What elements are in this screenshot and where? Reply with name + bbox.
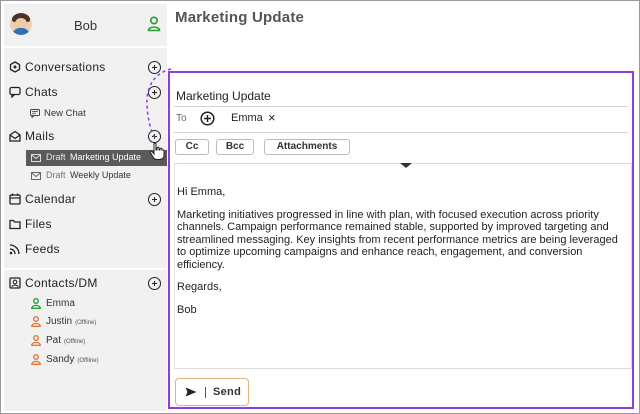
divider [174, 132, 628, 133]
rss-icon [9, 244, 20, 255]
nav-chats-label: Chats [25, 85, 58, 99]
hand-cursor-icon [149, 142, 165, 160]
nav-files[interactable]: Files [4, 214, 167, 236]
nav-conversations-label: Conversations [25, 60, 106, 74]
message-paragraph: Marketing initiatives progressed in line… [177, 208, 618, 271]
contact-item[interactable]: Justin (Offline) [4, 313, 167, 331]
remove-recipient-icon[interactable]: × [268, 110, 276, 125]
draft-item[interactable]: Draft Weekly Update [26, 168, 167, 184]
user-online-icon [147, 16, 161, 32]
nav-files-label: Files [25, 217, 52, 231]
nav-contacts[interactable]: Contacts/DM [4, 273, 167, 295]
compass-icon [9, 61, 21, 73]
greeting: Hi Emma, [177, 186, 226, 198]
subject-field[interactable]: Marketing Update [176, 89, 271, 103]
person-icon [31, 335, 41, 346]
contact-item[interactable]: Sandy (Offline) [4, 351, 167, 369]
draft-title: Marketing Update [70, 152, 142, 162]
contact-status: (Offline) [64, 339, 86, 345]
nav-mails-label: Mails [25, 129, 55, 143]
contact-name: Pat (Offline) [46, 335, 86, 346]
add-recipient-icon[interactable] [200, 111, 215, 126]
message-icon [30, 109, 40, 118]
user-name: Bob [74, 18, 98, 33]
draft-tag: Draft [46, 170, 66, 180]
draft-tag: Draft [46, 152, 66, 162]
user-card: Bob [4, 4, 167, 48]
calendar-icon [9, 193, 21, 205]
new-chat-label: New Chat [44, 108, 86, 119]
mail-composer: Marketing Update To Emma × Cc Bcc Attach… [168, 71, 634, 409]
contact-name: Emma [46, 298, 75, 309]
nav-calendar[interactable]: Calendar [4, 189, 167, 211]
divider [205, 387, 206, 398]
add-calendar-button[interactable] [148, 193, 161, 206]
nav-contacts-label: Contacts/DM [25, 276, 98, 290]
send-button[interactable]: Send [175, 378, 249, 406]
message-body[interactable]: Hi Emma, Marketing initiatives progresse… [174, 163, 632, 369]
draft-item-active[interactable]: Draft Marketing Update [26, 150, 167, 166]
contact-item[interactable]: Pat (Offline) [4, 332, 167, 350]
contact-status: (Offline) [75, 320, 97, 326]
contact-item[interactable]: Emma [4, 295, 167, 313]
mail-open-icon [9, 130, 21, 142]
chat-icon [9, 86, 21, 98]
closing: Regards, [177, 281, 222, 293]
contact-name: Justin (Offline) [46, 316, 97, 327]
draft-title: Weekly Update [70, 170, 131, 180]
drag-path-indicator [146, 68, 172, 139]
folder-icon [9, 219, 21, 230]
send-icon [185, 387, 197, 397]
send-label: Send [213, 386, 242, 398]
divider [174, 106, 628, 107]
add-contact-button[interactable] [148, 277, 161, 290]
message-text: Hi Emma, Marketing initiatives progresse… [177, 186, 625, 326]
avatar[interactable] [10, 13, 32, 35]
signature: Bob [177, 303, 197, 316]
person-icon [31, 298, 41, 309]
page-title: Marketing Update [175, 9, 305, 26]
bcc-button[interactable]: Bcc [216, 139, 254, 155]
nav-calendar-label: Calendar [25, 192, 77, 206]
caret-down-icon [400, 163, 412, 168]
recipient-chip[interactable]: Emma [231, 112, 263, 124]
envelope-icon [31, 172, 41, 180]
envelope-icon [31, 154, 41, 162]
person-icon [31, 316, 41, 327]
person-icon [31, 354, 41, 365]
contacts-icon [9, 277, 21, 289]
nav-feeds[interactable]: Feeds [4, 239, 167, 261]
contact-name: Sandy (Offline) [46, 354, 99, 365]
contact-status: (Offline) [77, 358, 99, 364]
attachments-button[interactable]: Attachments [264, 139, 350, 155]
nav-feeds-label: Feeds [25, 242, 60, 256]
contacts-section: Contacts/DM Emma Justin (Offline) Pat (O… [4, 268, 167, 371]
app-window: Bob Conversations Chats New Chat Mails D… [0, 0, 640, 414]
